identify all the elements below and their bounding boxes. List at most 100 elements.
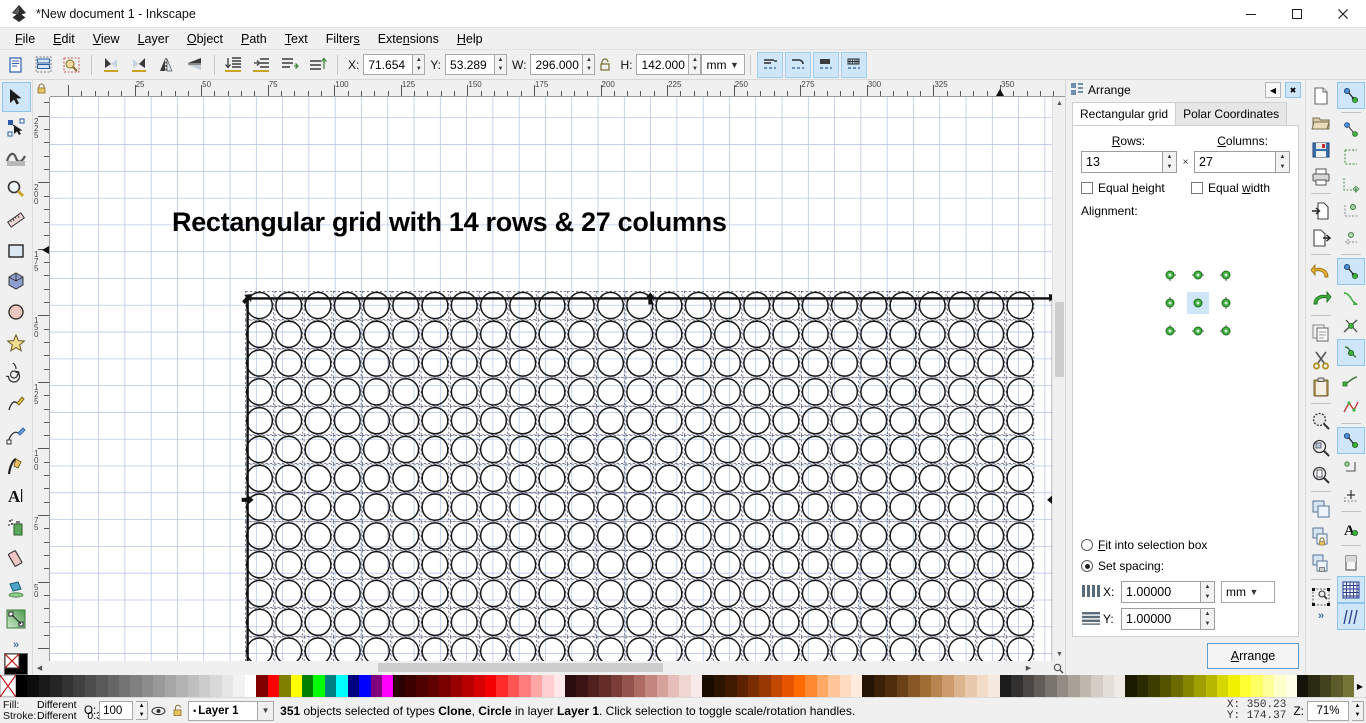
- palette-swatch[interactable]: [713, 675, 726, 697]
- w-input[interactable]: 296.000: [530, 54, 584, 75]
- lower-icon[interactable]: [249, 52, 275, 78]
- snap-enable-button[interactable]: [1337, 82, 1365, 109]
- palette-swatch[interactable]: [313, 675, 325, 697]
- palette-swatch[interactable]: [199, 675, 211, 697]
- palette-swatch[interactable]: [1239, 675, 1252, 697]
- palette-swatch[interactable]: [427, 675, 440, 697]
- zoom-drawing-button[interactable]: [1307, 434, 1335, 461]
- palette-swatch[interactable]: [633, 675, 646, 697]
- affect-rounded-corners-icon[interactable]: [785, 51, 812, 78]
- eye-icon[interactable]: [148, 705, 168, 717]
- palette-swatch[interactable]: [690, 675, 703, 697]
- palette-swatch[interactable]: [1194, 675, 1206, 697]
- rows-input[interactable]: 13: [1081, 151, 1163, 173]
- palette-swatch[interactable]: [850, 675, 863, 697]
- palette-swatch[interactable]: [130, 675, 142, 697]
- align-middle-right[interactable]: [1215, 292, 1237, 314]
- gradient-tool[interactable]: [2, 605, 31, 635]
- export-button[interactable]: [1307, 224, 1335, 251]
- palette-swatch[interactable]: [988, 675, 1000, 697]
- palette-swatch[interactable]: [942, 675, 954, 697]
- palette-swatch[interactable]: [336, 675, 348, 697]
- snap-grid-button[interactable]: [1337, 576, 1365, 603]
- spacing-unit-select[interactable]: mm ▼: [1221, 581, 1275, 603]
- palette-swatch[interactable]: [404, 675, 417, 697]
- snap-text-baseline-button[interactable]: [1337, 481, 1365, 508]
- palette-swatch[interactable]: [1274, 675, 1286, 697]
- palette-swatch[interactable]: [953, 675, 966, 697]
- sticky-zoom-icon[interactable]: [1051, 661, 1065, 675]
- palette-swatch[interactable]: [450, 675, 463, 697]
- raise-icon[interactable]: [277, 52, 303, 78]
- raise-to-top-icon[interactable]: [305, 52, 331, 78]
- palette-swatch[interactable]: [1148, 675, 1160, 697]
- palette-swatch[interactable]: [759, 675, 771, 697]
- zoom-page-button[interactable]: [1307, 461, 1335, 488]
- align-top-right[interactable]: [1215, 264, 1237, 286]
- vertical-scroll-thumb[interactable]: [1055, 302, 1064, 377]
- minimize-button[interactable]: [1228, 0, 1274, 28]
- columns-spinbox[interactable]: 27 ▲ ▼: [1194, 151, 1290, 173]
- palette-swatch[interactable]: [805, 675, 817, 697]
- y-input[interactable]: 53.289: [445, 54, 496, 75]
- horizontal-ruler[interactable]: 25 50 75 100 125 150 175 200 225 250 275 300 325 350: [50, 80, 1065, 97]
- scroll-down-arrow-icon[interactable]: ▼: [1053, 648, 1066, 661]
- layer-dropdown-chevron-icon[interactable]: ▼: [258, 700, 275, 721]
- paste-button[interactable]: [1307, 373, 1335, 400]
- opacity-stepper[interactable]: ▲ ▼: [136, 701, 149, 720]
- palette-swatch[interactable]: [553, 675, 565, 697]
- palette-swatch[interactable]: [141, 675, 154, 697]
- palette-swatch[interactable]: [370, 675, 382, 697]
- palette-swatch[interactable]: [976, 675, 989, 697]
- snap-bounding-box-button[interactable]: [1337, 116, 1365, 143]
- lower-to-bottom-icon[interactable]: [221, 52, 247, 78]
- menu-object[interactable]: Object: [178, 30, 232, 48]
- align-top-left[interactable]: [1159, 264, 1181, 286]
- snap-page-border-button[interactable]: A: [1337, 515, 1365, 542]
- circle-grid[interactable]: [245, 291, 1035, 661]
- toolbox-more-button[interactable]: »: [13, 639, 19, 651]
- palette-swatch[interactable]: [999, 675, 1012, 697]
- import-button[interactable]: [1307, 197, 1335, 224]
- snap-nodes-spacer[interactable]: [1337, 224, 1365, 251]
- fill-stroke-indicator[interactable]: [4, 653, 28, 676]
- palette-swatch[interactable]: [1171, 675, 1183, 697]
- flip-vertical-icon[interactable]: [182, 52, 208, 78]
- palette-swatch[interactable]: [1297, 675, 1309, 697]
- spacing-y-spinbox[interactable]: 1.00000 ▲ ▼: [1121, 608, 1215, 630]
- eraser-tool[interactable]: [2, 543, 31, 573]
- palette-swatch[interactable]: [210, 675, 222, 697]
- palette-swatch[interactable]: [393, 675, 405, 697]
- drawing-canvas[interactable]: Rectangular grid with 14 rows & 27 colum…: [50, 97, 1052, 661]
- snap-guides-button[interactable]: [1337, 603, 1365, 630]
- palette-swatch[interactable]: [382, 675, 394, 697]
- menu-help[interactable]: Help: [448, 30, 492, 48]
- align-middle-left[interactable]: [1159, 292, 1181, 314]
- equal-height-checkbox-box[interactable]: [1081, 182, 1093, 194]
- snap-path-intersection-button[interactable]: [1337, 312, 1365, 339]
- palette-swatch[interactable]: [1262, 675, 1275, 697]
- menu-file[interactable]: File: [6, 30, 44, 48]
- zoom-stepper[interactable]: ▲ ▼: [1352, 700, 1364, 721]
- tweak-tool[interactable]: [2, 143, 31, 173]
- new-document-button[interactable]: [1307, 82, 1335, 109]
- palette-swatch[interactable]: [667, 675, 680, 697]
- redo-button[interactable]: [1307, 285, 1335, 312]
- palette-swatch[interactable]: [1159, 675, 1172, 697]
- palette-swatch[interactable]: [908, 675, 920, 697]
- color-palette[interactable]: [16, 675, 1355, 697]
- menu-filters[interactable]: Filters: [317, 30, 369, 48]
- spiral-tool[interactable]: [2, 359, 31, 389]
- calligraphy-tool[interactable]: [2, 451, 31, 481]
- align-bottom-left[interactable]: [1159, 320, 1181, 342]
- h-spinner[interactable]: ▲ ▼: [689, 54, 702, 75]
- palette-swatch[interactable]: [656, 675, 668, 697]
- palette-swatch[interactable]: [1033, 675, 1046, 697]
- palette-swatch[interactable]: [1114, 675, 1126, 697]
- fill-stroke-indicator-status[interactable]: Fill:Different Stroke:Different 0.356: [0, 699, 114, 722]
- palette-swatch[interactable]: [931, 675, 943, 697]
- opacity-control[interactable]: O: 100 ▲ ▼: [84, 701, 149, 720]
- select-all-in-all-layers-icon[interactable]: [31, 52, 57, 78]
- palette-swatch[interactable]: [919, 675, 931, 697]
- print-document-button[interactable]: [1307, 163, 1335, 190]
